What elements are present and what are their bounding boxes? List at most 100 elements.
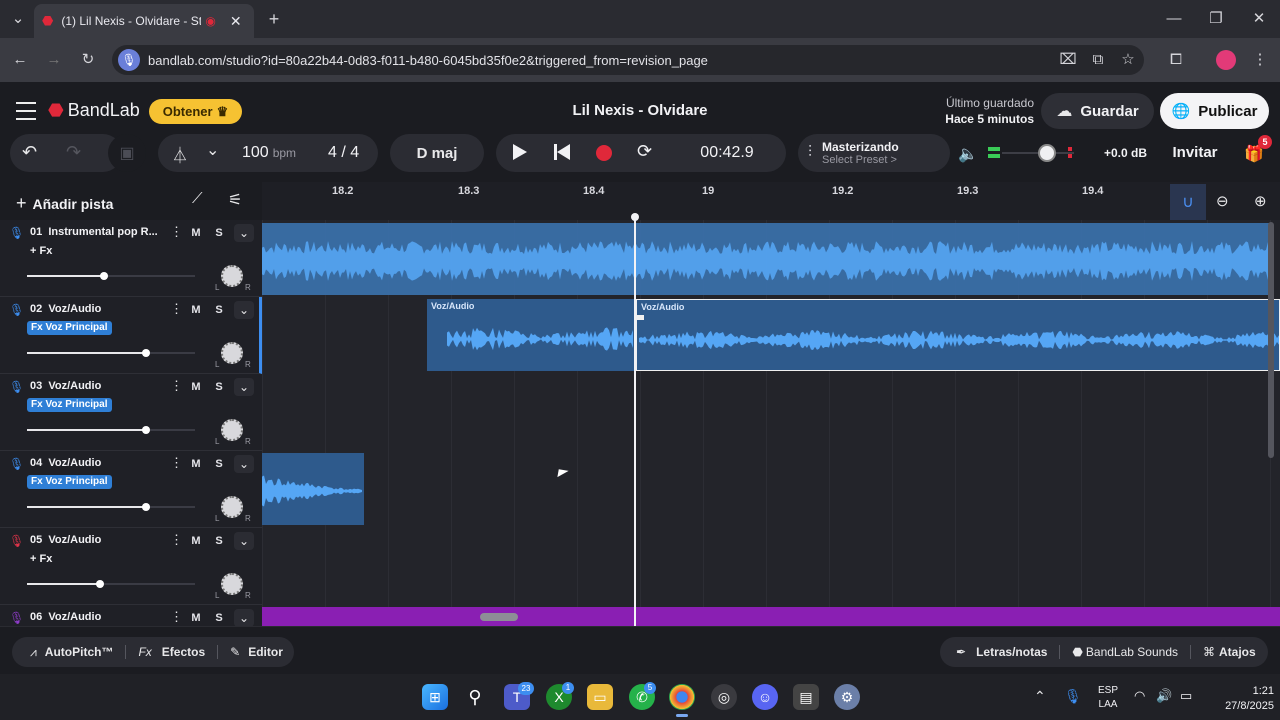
close-window-icon[interactable]: ✕ xyxy=(1247,7,1271,31)
volume-slider-thumb[interactable] xyxy=(142,503,150,511)
add-fx-button[interactable]: + Fx xyxy=(30,553,52,565)
bandlab-logo[interactable]: ⬣ BandLab xyxy=(48,100,140,121)
obs-icon[interactable]: ◎ xyxy=(711,684,737,710)
zoom-out-icon[interactable]: ⊖ xyxy=(1216,192,1229,210)
track-settings-icon[interactable]: ⚟ xyxy=(228,190,242,210)
fx-preset-badge[interactable]: Fx Voz Principal xyxy=(27,475,112,489)
mic-icon[interactable]: 🎙︎ xyxy=(9,534,24,548)
horizontal-scrollbar[interactable] xyxy=(480,613,518,621)
language-indicator[interactable]: ESP LAA xyxy=(1092,684,1124,712)
extensions-icon[interactable]: ⧠ xyxy=(1164,48,1188,72)
solo-button[interactable]: S xyxy=(209,302,229,318)
volume-slider-thumb[interactable] xyxy=(96,580,104,588)
settings-gear-icon[interactable]: ⚙ xyxy=(834,684,860,710)
snap-magnet-icon[interactable]: ∪ xyxy=(1170,184,1206,220)
vertical-scrollbar[interactable] xyxy=(1268,222,1274,458)
mute-button[interactable]: M xyxy=(186,225,206,241)
mute-button[interactable]: M xyxy=(186,533,206,549)
key-button[interactable]: D maj xyxy=(390,134,484,172)
tab-close-icon[interactable]: ✕ xyxy=(230,13,242,30)
skip-back-icon[interactable] xyxy=(554,144,570,160)
automation-icon[interactable]: ⟋ xyxy=(192,190,203,207)
track-expand-chevron-icon[interactable]: ⌄ xyxy=(234,224,254,242)
maximize-icon[interactable]: ❐ xyxy=(1204,7,1228,31)
record-icon[interactable] xyxy=(596,145,612,161)
track-expand-chevron-icon[interactable]: ⌄ xyxy=(234,532,254,550)
bandlab-sounds-button[interactable]: BandLab Sounds xyxy=(1086,645,1178,659)
lyrics-button[interactable]: Letras/notas xyxy=(976,645,1047,659)
clip-voz-4[interactable] xyxy=(262,453,364,525)
track-expand-chevron-icon[interactable]: ⌄ xyxy=(234,378,254,396)
track-menu-icon[interactable]: ⋮ xyxy=(170,532,183,548)
track-menu-icon[interactable]: ⋮ xyxy=(170,301,183,317)
track-header[interactable]: 🎙︎ 03 Voz/Audio ⋮ M S ⌄ Fx Voz Principal L R xyxy=(0,374,262,451)
install-app-icon[interactable]: ⧉ xyxy=(1086,48,1110,72)
new-tab-icon[interactable]: + xyxy=(262,7,286,31)
system-clock[interactable]: 1:21 27/8/2025 xyxy=(1204,684,1274,714)
windows-start-icon[interactable]: ⊞ xyxy=(422,684,448,710)
mute-button[interactable]: M xyxy=(186,456,206,472)
discord-icon[interactable]: ☺ xyxy=(752,684,778,710)
track-name[interactable]: 01 Instrumental pop R... xyxy=(30,226,158,238)
zoom-in-icon[interactable]: ⊕ xyxy=(1254,192,1267,210)
volume-slider-thumb[interactable] xyxy=(100,272,108,280)
hamburger-menu-icon[interactable] xyxy=(16,102,36,120)
metronome-icon[interactable]: ⏃ xyxy=(172,142,188,166)
pan-knob[interactable] xyxy=(221,496,243,518)
volume-icon[interactable]: 🔊 xyxy=(1156,688,1172,704)
track-name[interactable]: 03 Voz/Audio xyxy=(30,380,101,392)
minimize-icon[interactable]: — xyxy=(1162,7,1186,31)
effects-button[interactable]: Efectos xyxy=(162,645,205,659)
invite-button[interactable]: Invitar xyxy=(1162,144,1228,161)
mic-icon[interactable]: 🎙︎ xyxy=(9,457,24,471)
solo-button[interactable]: S xyxy=(209,225,229,241)
mute-button[interactable]: M xyxy=(186,302,206,318)
track-header[interactable]: 🎙︎ 04 Voz/Audio ⋮ M S ⌄ Fx Voz Principal L R xyxy=(0,451,262,528)
track-expand-chevron-icon[interactable]: ⌄ xyxy=(234,609,254,627)
tab-list-chevron-icon[interactable]: ⌄ xyxy=(6,7,30,31)
track-header[interactable]: 🎙︎ 01 Instrumental pop R... ⋮ M S ⌄ + Fx L R xyxy=(0,220,262,297)
pan-knob[interactable] xyxy=(221,419,243,441)
solo-button[interactable]: S xyxy=(209,533,229,549)
mic-icon[interactable]: 🎙︎ xyxy=(9,226,24,240)
tray-mic-icon[interactable]: 🎙 xyxy=(1064,688,1082,705)
reload-icon[interactable]: ↻ xyxy=(76,48,100,72)
track-menu-icon[interactable]: ⋮ xyxy=(170,224,183,240)
obtener-button[interactable]: Obtener ♛ xyxy=(149,99,242,124)
master-volume-knob[interactable] xyxy=(1038,144,1056,162)
clip-voz-2[interactable]: Voz/Audio xyxy=(636,299,1280,371)
clip-instrumental[interactable] xyxy=(262,223,1272,295)
pan-knob[interactable] xyxy=(221,265,243,287)
chrome-icon[interactable] xyxy=(669,684,695,710)
time-signature[interactable]: 4 / 4 xyxy=(328,144,359,162)
clip-voz-1[interactable]: Voz/Audio xyxy=(427,299,636,371)
forward-icon[interactable]: → xyxy=(42,48,66,72)
playhead[interactable] xyxy=(634,220,636,626)
file-explorer-icon[interactable]: ▭ xyxy=(587,684,613,710)
no-tracking-icon[interactable]: ⌧ xyxy=(1056,48,1080,72)
bookmark-star-icon[interactable]: ☆ xyxy=(1116,48,1140,72)
track-header[interactable]: 🎙︎ 05 Voz/Audio ⋮ M S ⌄ + Fx L R xyxy=(0,528,262,605)
add-fx-button[interactable]: + Fx xyxy=(30,245,52,257)
playhead-handle[interactable] xyxy=(631,213,639,221)
back-icon[interactable]: ← xyxy=(8,48,32,72)
wifi-icon[interactable]: ◠ xyxy=(1134,688,1145,704)
timeline-ruler[interactable]: 18.2 18.3 18.4 19 19.2 19.3 19.4 xyxy=(262,182,1280,222)
solo-button[interactable]: S xyxy=(209,379,229,395)
battery-icon[interactable]: ▭ xyxy=(1180,688,1192,704)
mute-button[interactable]: M xyxy=(186,610,206,626)
mute-button[interactable]: M xyxy=(186,379,206,395)
track-name[interactable]: 05 Voz/Audio xyxy=(30,534,101,546)
add-track-button[interactable]: + Añadir pista xyxy=(16,193,113,214)
fx-preset-badge[interactable]: Fx Voz Principal xyxy=(27,321,112,335)
bpm-field[interactable]: 100 bpm xyxy=(242,144,296,162)
track-menu-icon[interactable]: ⋮ xyxy=(170,609,183,625)
mastering-button[interactable]: ⫶ Masterizando Select Preset > xyxy=(798,134,950,172)
save-disk-button[interactable]: ▣ xyxy=(108,134,146,172)
volume-slider-thumb[interactable] xyxy=(142,426,150,434)
editor-button[interactable]: Editor xyxy=(248,645,283,659)
track-name[interactable]: 06 Voz/Audio xyxy=(30,611,101,623)
track-name[interactable]: 02 Voz/Audio xyxy=(30,303,101,315)
undo-icon[interactable]: ↶ xyxy=(22,142,37,163)
pan-knob[interactable] xyxy=(221,342,243,364)
